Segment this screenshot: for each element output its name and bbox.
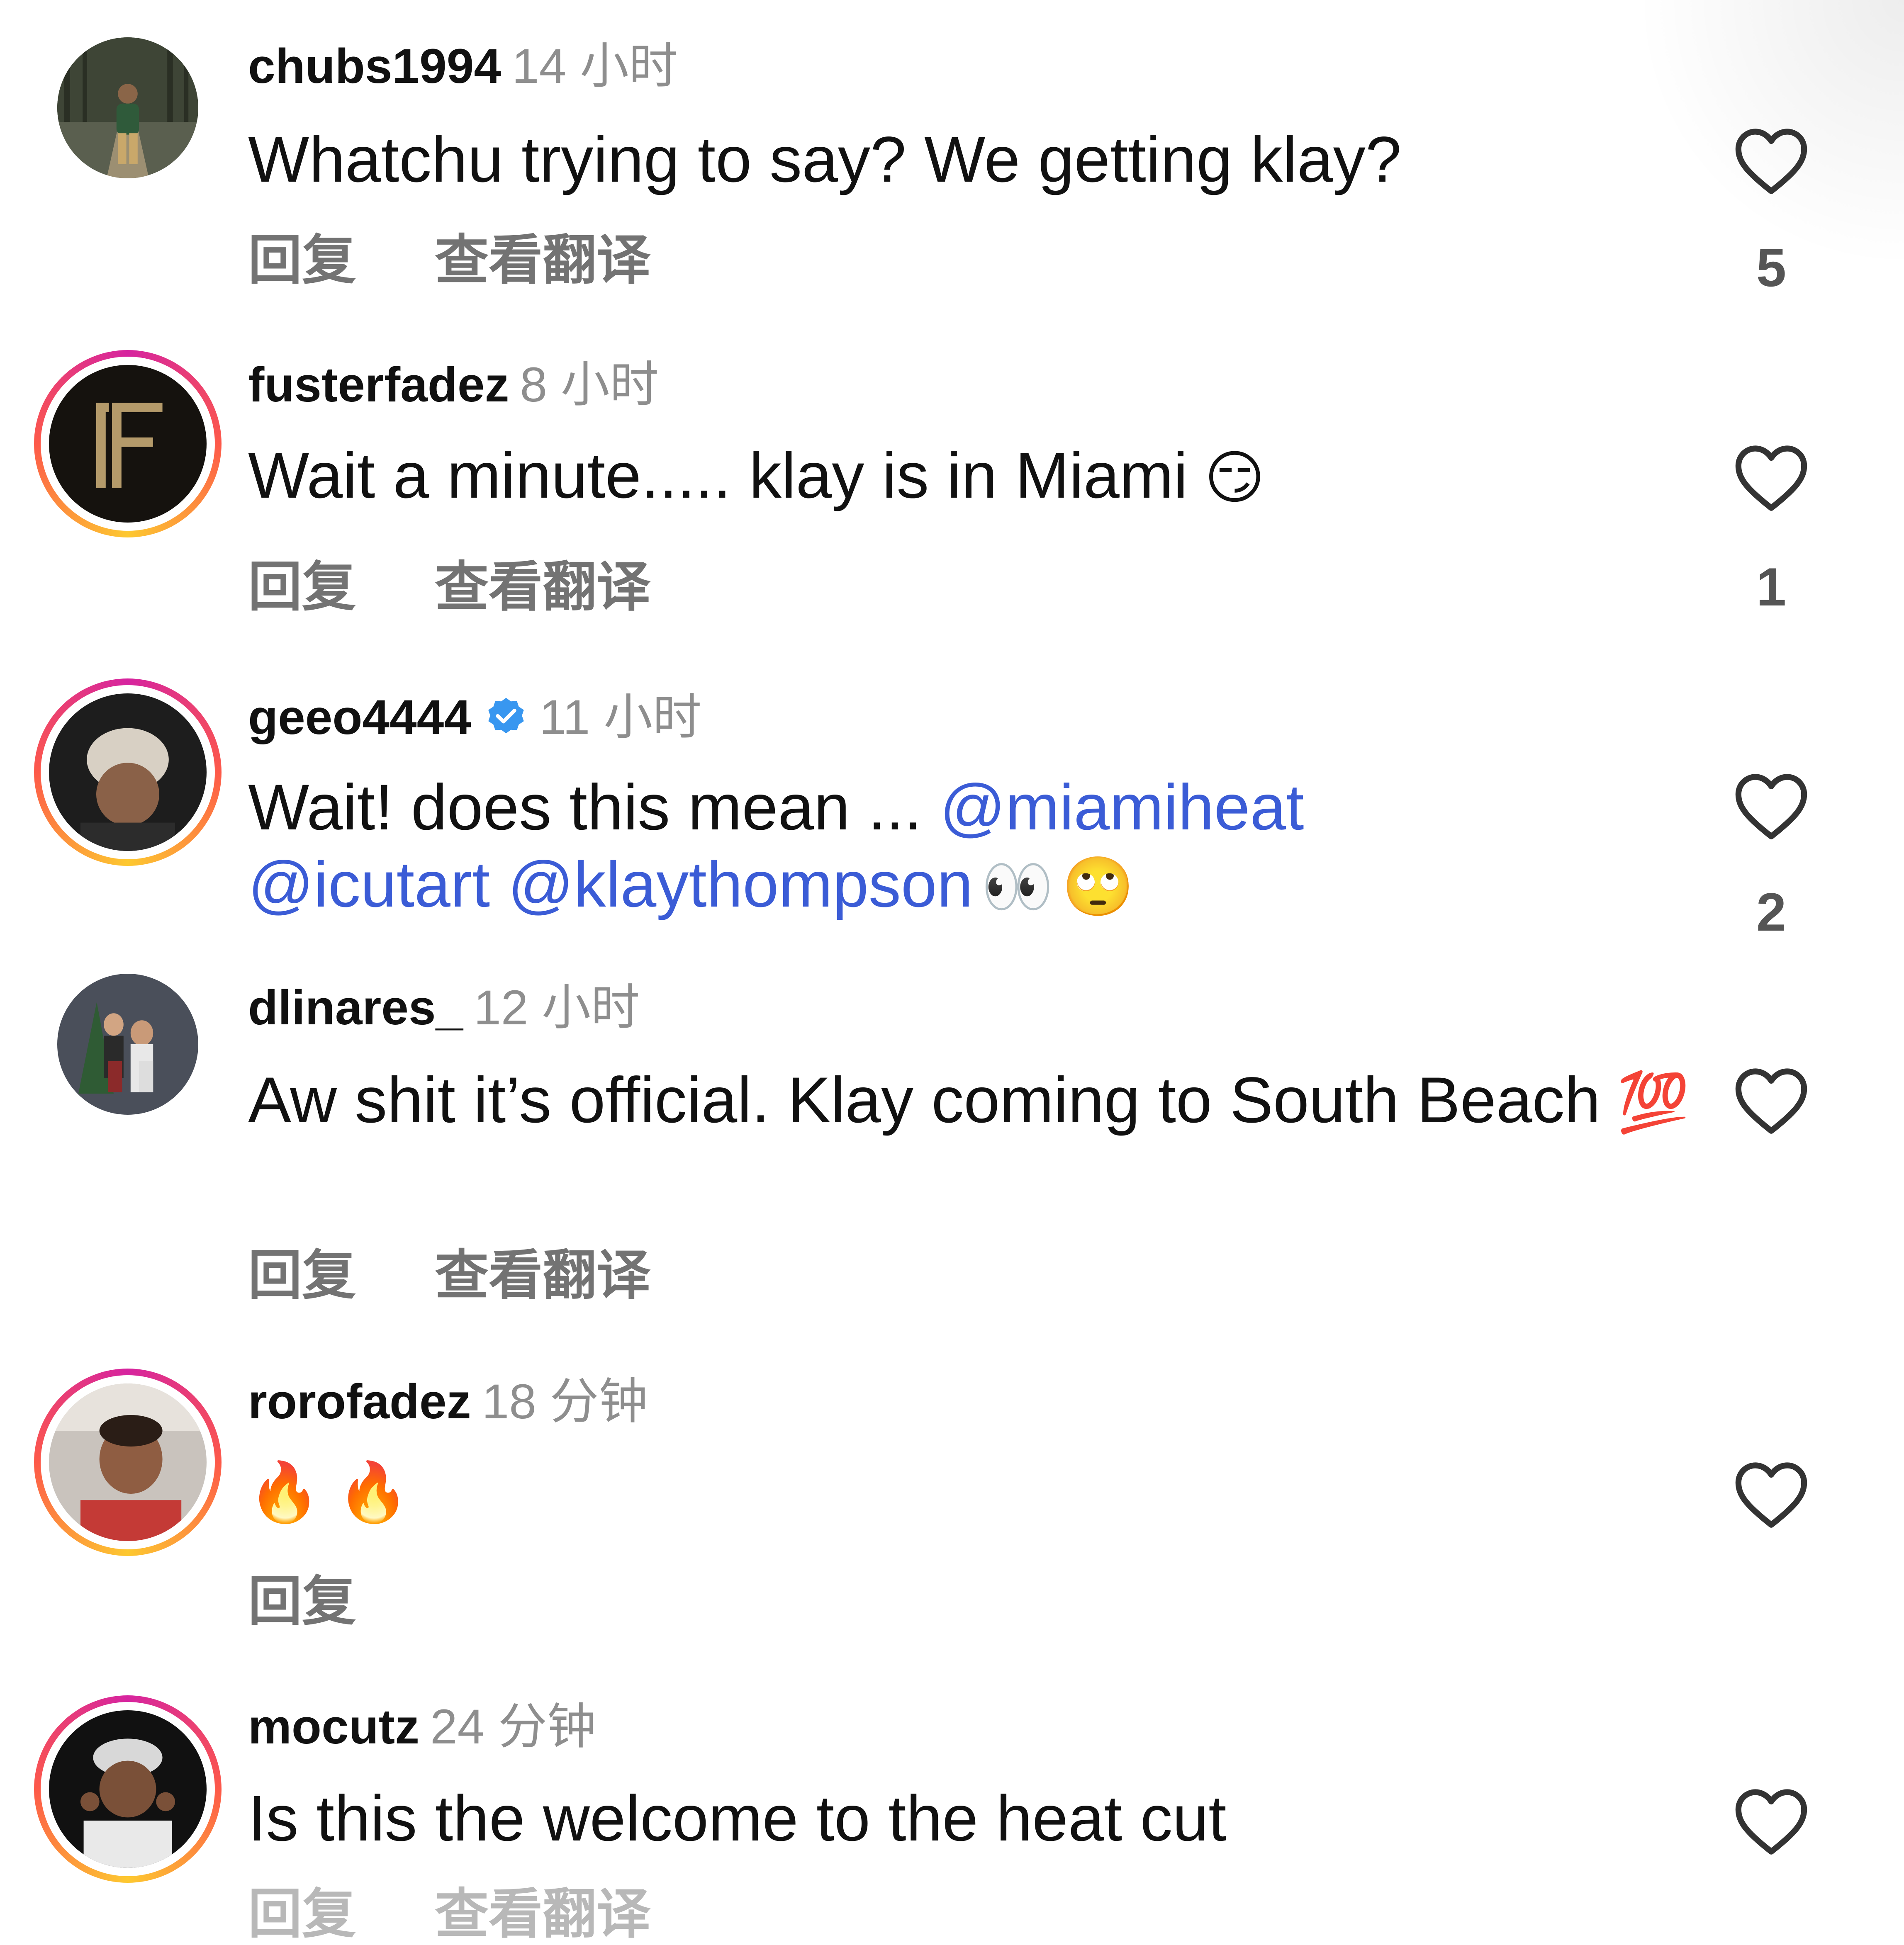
comment-time: 24 分钟 bbox=[430, 1699, 597, 1754]
see-translation-button[interactable]: 查看翻译 bbox=[435, 1245, 650, 1306]
eye-roll-emoji: 🙄 bbox=[1062, 853, 1135, 921]
heart-outline-icon[interactable] bbox=[1730, 120, 1813, 203]
see-translation-button[interactable]: 查看翻译 bbox=[435, 557, 650, 617]
comment-time: 14 小时 bbox=[512, 39, 678, 94]
username[interactable]: dlinares_ bbox=[248, 980, 463, 1035]
user-avatar[interactable] bbox=[34, 14, 222, 202]
see-translation-button[interactable]: 查看翻译 bbox=[435, 1884, 650, 1944]
username[interactable]: fusterfadez bbox=[248, 357, 509, 412]
reply-button[interactable]: 回复 bbox=[248, 1884, 356, 1944]
comment-time: 12 小时 bbox=[474, 980, 640, 1035]
comment-text: Whatchu trying to say? We getting klay? bbox=[248, 121, 1708, 198]
like-count: 5 bbox=[1756, 237, 1787, 298]
reply-button[interactable]: 回复 bbox=[248, 1245, 356, 1306]
comment-time: 8 小时 bbox=[520, 357, 659, 412]
username[interactable]: rorofadez bbox=[248, 1374, 471, 1429]
see-translation-button[interactable]: 查看翻译 bbox=[435, 230, 650, 290]
username[interactable]: chubs1994 bbox=[248, 39, 501, 94]
comment-text: Wait! does this mean ... @miamiheat @icu… bbox=[248, 769, 1708, 926]
mention-link[interactable]: @klaythompson bbox=[508, 849, 973, 921]
username[interactable]: mocutz bbox=[248, 1699, 419, 1754]
heart-outline-icon[interactable] bbox=[1730, 1781, 1813, 1864]
comment-body: Aw shit it’s official. Klay coming to So… bbox=[248, 1064, 1601, 1136]
comment-text: Aw shit it’s official. Klay coming to So… bbox=[248, 1062, 1708, 1141]
heart-outline-icon[interactable] bbox=[1730, 766, 1813, 849]
smirk-emoji: 😏 bbox=[1204, 444, 1265, 512]
reply-button[interactable]: 回复 bbox=[248, 557, 356, 617]
heart-outline-icon[interactable] bbox=[1730, 1454, 1813, 1537]
like-count: 2 bbox=[1756, 882, 1787, 942]
mention-link[interactable]: @miamiheat bbox=[940, 771, 1304, 844]
user-avatar-story[interactable] bbox=[34, 1695, 222, 1883]
user-avatar-story[interactable] bbox=[34, 678, 222, 866]
reply-button[interactable]: 回复 bbox=[248, 1571, 356, 1631]
comment-text: Wait a minute..... klay is in Miami 😏 bbox=[248, 437, 1708, 517]
comment-body: Wait a minute..... klay is in Miami bbox=[248, 440, 1188, 512]
reply-button[interactable]: 回复 bbox=[248, 230, 356, 290]
heart-outline-icon[interactable] bbox=[1730, 437, 1813, 520]
fire-emoji: 🔥 bbox=[337, 1459, 409, 1526]
eyes-emoji: 👀 bbox=[981, 853, 1054, 921]
username[interactable]: geeo4444 bbox=[248, 690, 471, 745]
comment-time: 18 分钟 bbox=[482, 1374, 648, 1429]
user-avatar-story[interactable] bbox=[34, 1369, 222, 1556]
comment-text: 🔥 🔥 bbox=[248, 1451, 1708, 1531]
fire-emoji: 🔥 bbox=[248, 1459, 321, 1526]
user-avatar-story[interactable] bbox=[34, 350, 222, 537]
mention-link[interactable]: @icutart bbox=[248, 849, 490, 921]
heart-outline-icon[interactable] bbox=[1730, 1060, 1813, 1143]
like-count: 1 bbox=[1756, 557, 1787, 617]
comment-body: Is this the welcome to the heat cut bbox=[248, 1782, 1227, 1855]
verified-badge-icon bbox=[484, 694, 528, 739]
comment-body: Wait! does this mean ... bbox=[248, 771, 922, 844]
comment-text: Is this the welcome to the heat cut bbox=[248, 1780, 1708, 1857]
user-avatar[interactable] bbox=[34, 951, 222, 1138]
comment-time: 11 小时 bbox=[539, 690, 702, 745]
comment-body: Whatchu trying to say? We getting klay? bbox=[248, 124, 1402, 196]
hundred-points-emoji: 💯 bbox=[1617, 1069, 1690, 1136]
